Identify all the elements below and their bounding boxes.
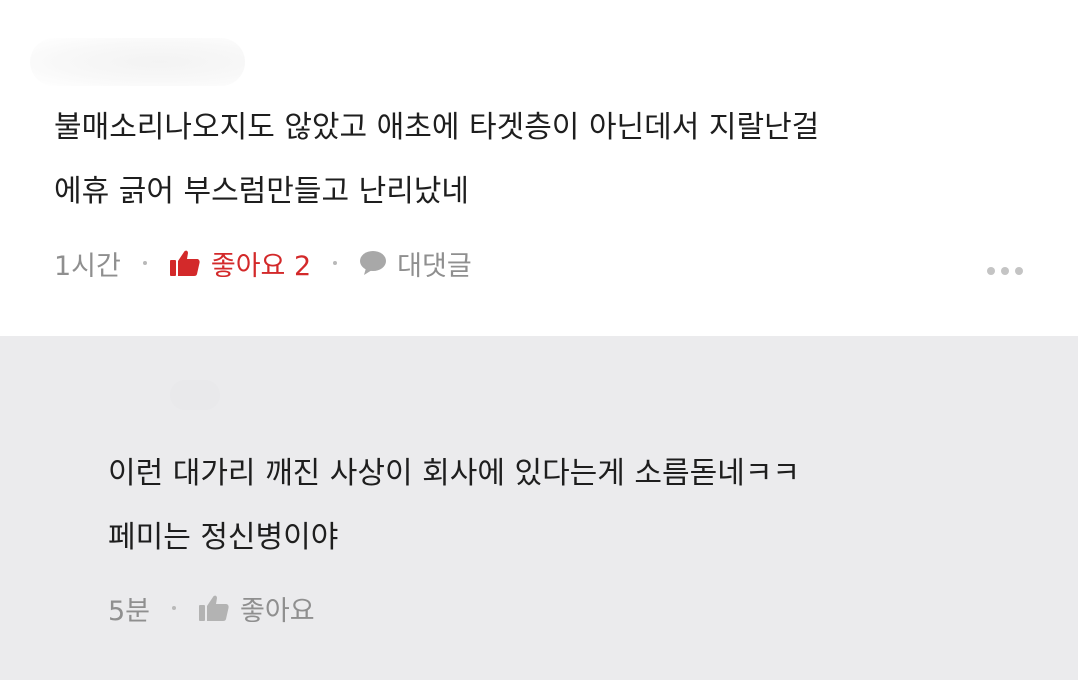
like-button[interactable]: 좋아요 2	[169, 244, 311, 283]
separator-dot	[142, 261, 147, 265]
reply-line-2: 페미는 정신병이야	[108, 520, 339, 555]
separator-dot	[172, 606, 177, 610]
comment-line-1: 불매소리나오지도 않았고 애초에 타겟층이 아닌데서 지랄난걸	[54, 110, 820, 145]
like-label: 좋아요 2	[210, 250, 312, 282]
reply-like-label: 좋아요	[240, 595, 315, 627]
more-dots-icon	[1015, 267, 1023, 275]
reply-author-blurred	[170, 380, 220, 410]
comment-meta: 1시간 좋아요 2 대댓글	[54, 243, 472, 283]
thumbs-up-icon	[199, 595, 229, 621]
reply-meta: 5분 좋아요	[108, 588, 315, 628]
reply-time: 5분	[108, 595, 151, 627]
comment-time: 1시간	[54, 250, 121, 282]
reply-card: 이런 대가리 깨진 사상이 회사에 있다는게 소름돋네ㅋㅋ 페미는 정신병이야 …	[0, 336, 1078, 680]
reply-line-1: 이런 대가리 깨진 사상이 회사에 있다는게 소름돋네ㅋㅋ	[108, 456, 801, 491]
reply-label: 대댓글	[397, 250, 472, 282]
comment-line-2: 에휴 긁어 부스럼만들고 난리났네	[54, 174, 470, 209]
comment-card: 불매소리나오지도 않았고 애초에 타겟층이 아닌데서 지랄난걸 에휴 긁어 부스…	[0, 0, 1078, 336]
speech-bubble-icon	[360, 251, 387, 275]
reply-button[interactable]: 대댓글	[359, 244, 472, 283]
author-name-blurred	[30, 38, 245, 86]
thumbs-up-icon	[169, 250, 200, 276]
more-dots-icon	[987, 267, 995, 275]
more-options-button[interactable]	[987, 267, 1023, 275]
reply-like-button[interactable]: 좋아요	[198, 589, 315, 628]
more-dots-icon	[1001, 267, 1009, 275]
separator-dot	[333, 261, 338, 265]
